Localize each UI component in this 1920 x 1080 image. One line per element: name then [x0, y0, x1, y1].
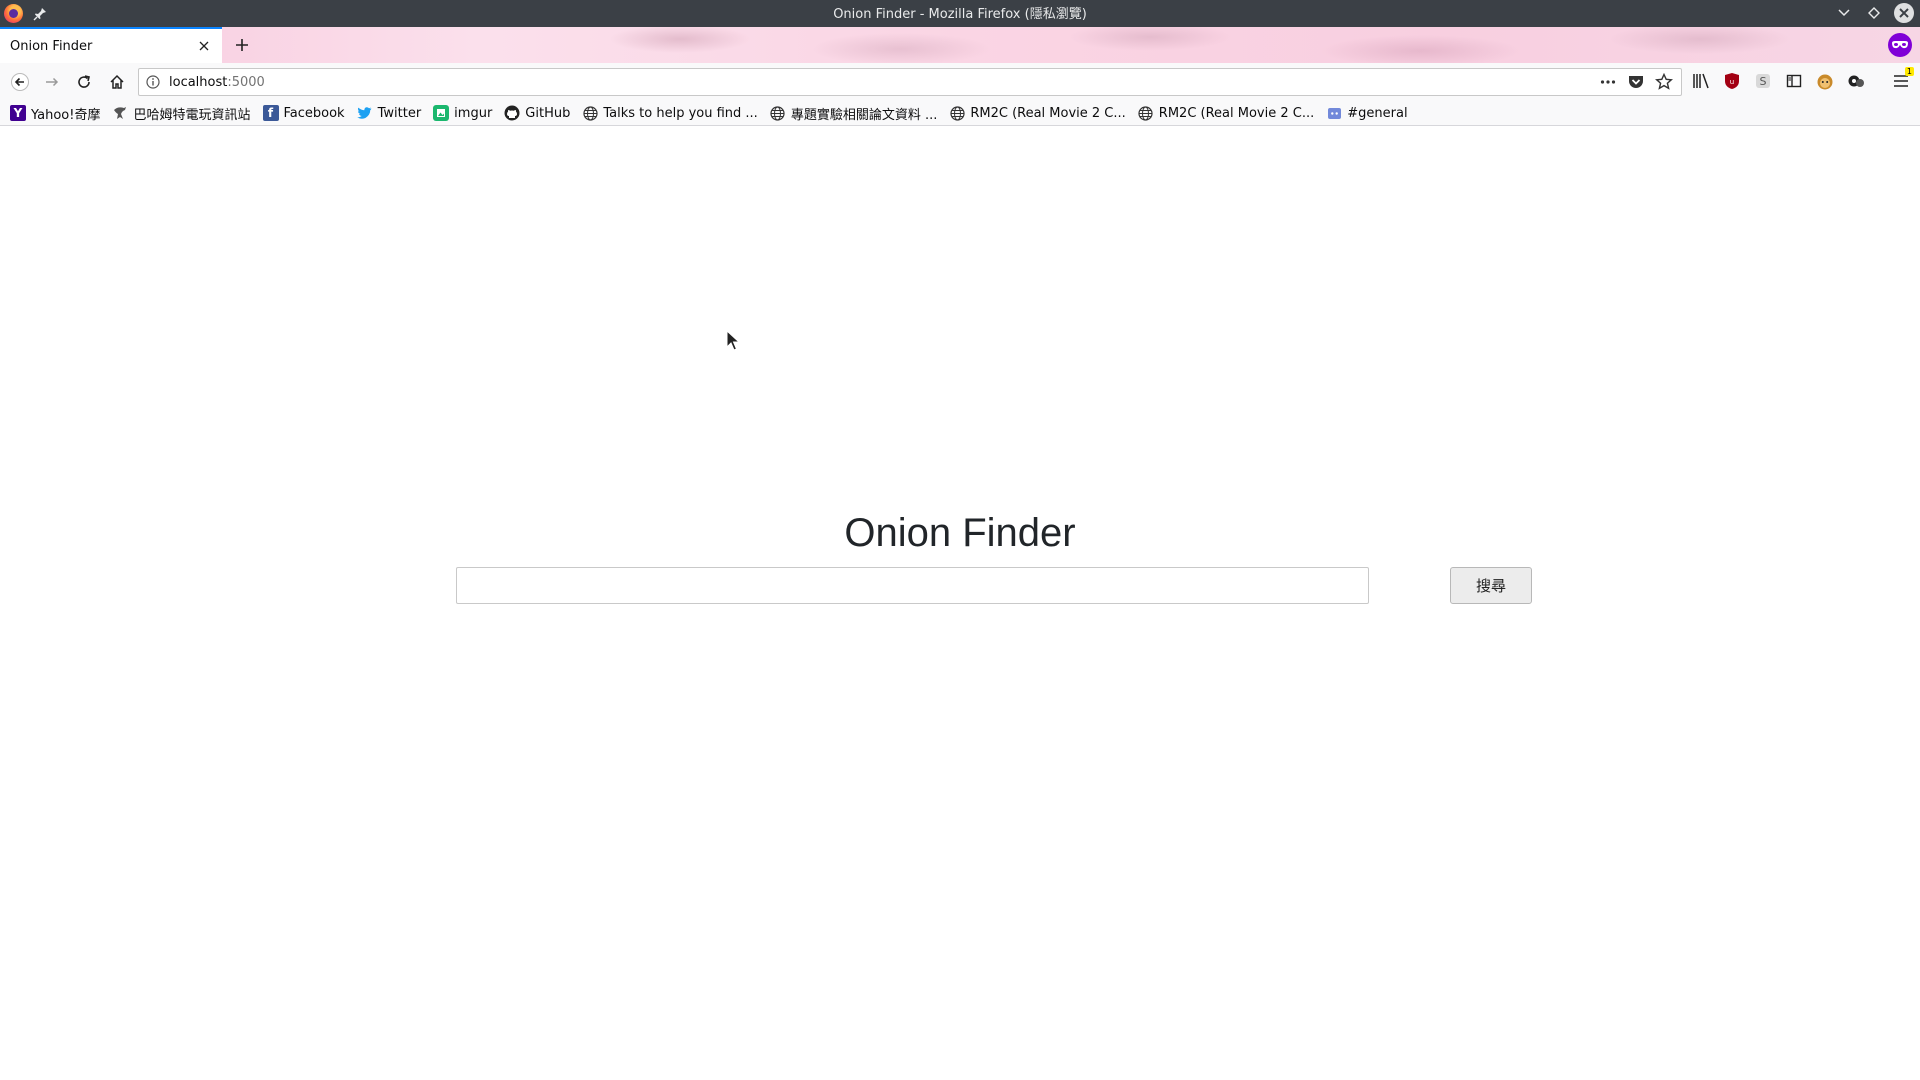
bookmark-label: #general [1347, 105, 1408, 121]
home-button[interactable] [103, 68, 131, 96]
close-window-button[interactable] [1894, 3, 1914, 23]
bookmarks-toolbar: Y Yahoo!奇摩 巴哈姆特電玩資訊站 f Facebook Twitter … [0, 101, 1920, 126]
bookmark-facebook[interactable]: f Facebook [262, 102, 345, 124]
yahoo-icon: Y [10, 105, 26, 121]
diamond-icon [1868, 7, 1880, 19]
bookmark-star-icon[interactable] [1655, 72, 1673, 95]
facebook-icon: f [262, 105, 279, 121]
globe-icon [770, 105, 786, 121]
window-title: Onion Finder - Mozilla Firefox (隱私瀏覽) [833, 7, 1087, 22]
hamburger-menu-button[interactable]: 1 [1890, 67, 1914, 93]
page-title: Onion Finder [844, 511, 1076, 555]
library-icon[interactable] [1690, 69, 1712, 93]
bookmark-label: RM2C (Real Movie 2 C... [970, 105, 1126, 121]
github-icon [504, 105, 520, 121]
bahamut-icon [112, 105, 128, 121]
plus-icon [236, 39, 248, 51]
bookmark-label: 巴哈姆特電玩資訊站 [133, 107, 251, 123]
private-browsing-icon [1888, 33, 1912, 57]
sidebar-icon[interactable] [1783, 69, 1805, 93]
update-badge: 1 [1904, 67, 1914, 76]
new-tab-button[interactable] [230, 33, 254, 57]
globe-icon [582, 105, 598, 121]
bookmark-label: GitHub [525, 105, 571, 121]
pocket-icon[interactable] [1627, 73, 1645, 95]
globe-icon [1138, 105, 1154, 121]
url-host: localhost [169, 74, 228, 90]
site-info-icon[interactable] [139, 75, 167, 89]
bookmark-rm2c-2[interactable]: RM2C (Real Movie 2 C... [1138, 102, 1314, 124]
tab-onion-finder[interactable]: Onion Finder [0, 27, 222, 63]
reload-button[interactable] [70, 68, 98, 96]
bookmark-label: Facebook [283, 105, 345, 121]
bookmark-yahoo[interactable]: Y Yahoo!奇摩 [10, 102, 100, 124]
tab-strip: Onion Finder [0, 27, 1920, 63]
tab-close-button[interactable] [196, 38, 212, 54]
navigation-toolbar: localhost:5000 u S 1 [0, 63, 1920, 101]
discord-icon [1326, 105, 1342, 121]
reload-icon [78, 75, 90, 88]
bookmark-label: Twitter [377, 105, 422, 121]
url-bar[interactable]: localhost:5000 [138, 68, 1682, 96]
extension-puzzle-icon[interactable] [1845, 69, 1867, 93]
arrow-left-icon [11, 73, 29, 91]
bookmark-label: Yahoo!奇摩 [31, 107, 101, 123]
search-button[interactable]: 搜尋 [1450, 567, 1532, 604]
back-button[interactable] [6, 68, 34, 96]
bookmark-github[interactable]: GitHub [504, 102, 570, 124]
s-extension-icon[interactable]: S [1752, 69, 1774, 93]
bookmark-twitter[interactable]: Twitter [357, 102, 422, 124]
ublock-shield-icon[interactable]: u [1721, 69, 1743, 93]
url-text: localhost:5000 [169, 75, 265, 90]
svg-text:S: S [1760, 75, 1767, 88]
arrow-right-icon [46, 77, 59, 87]
bookmark-rm2c-1[interactable]: RM2C (Real Movie 2 C... [949, 102, 1126, 124]
bookmark-label: Talks to help you find ... [603, 105, 758, 121]
forward-button[interactable] [38, 68, 66, 96]
url-port: :5000 [227, 74, 265, 90]
close-icon [1899, 8, 1909, 18]
bookmark-bahamut[interactable]: 巴哈姆特電玩資訊站 [112, 102, 251, 124]
bookmark-project-papers[interactable]: 專題實驗相關論文資料 ... [770, 102, 938, 124]
bookmark-talks[interactable]: Talks to help you find ... [582, 102, 758, 124]
mouse-cursor-icon [726, 330, 740, 351]
bookmark-label: imgur [454, 105, 493, 121]
twitter-icon [357, 105, 373, 121]
bookmark-label: RM2C (Real Movie 2 C... [1158, 105, 1315, 121]
chevron-down-icon [1838, 9, 1850, 17]
imgur-icon [433, 105, 450, 121]
tab-label: Onion Finder [10, 38, 93, 54]
globe-icon [949, 105, 965, 121]
page-actions-menu-icon[interactable] [1599, 73, 1617, 95]
bookmark-label: 專題實驗相關論文資料 ... [790, 107, 938, 123]
close-icon [199, 41, 209, 51]
bookmark-imgur[interactable]: imgur [433, 102, 492, 124]
home-icon [110, 74, 124, 89]
page-content: Onion Finder 搜尋 [0, 127, 1920, 1080]
svg-text:u: u [1730, 78, 1734, 86]
tampermonkey-icon[interactable] [1814, 69, 1836, 93]
window-titlebar: Onion Finder - Mozilla Firefox (隱私瀏覽) [0, 0, 1920, 27]
maximize-window-button[interactable] [1864, 3, 1884, 23]
search-input[interactable] [456, 567, 1369, 604]
minimize-window-button[interactable] [1834, 3, 1854, 23]
bookmark-general[interactable]: #general [1326, 102, 1408, 124]
